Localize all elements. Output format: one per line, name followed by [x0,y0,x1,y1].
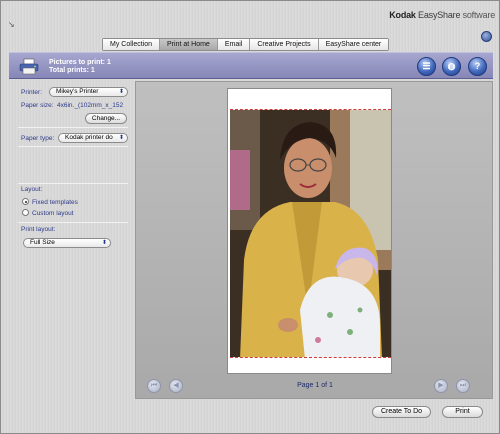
next-page-button[interactable]: ▶ [434,379,448,393]
brand-kodak: Kodak [389,10,416,20]
print-layout-select-value: Full Size [30,239,55,246]
app-brand: Kodak EasyShare software [389,10,495,20]
globe-corner-icon[interactable] [481,31,492,42]
brand-software: software [460,10,496,20]
pictures-to-print-text: Pictures to print: 1 [49,59,111,66]
print-summary-banner: Pictures to print: 1 Total prints: 1 ☰ ◍… [9,52,493,79]
total-prints-text: Total prints: 1 [49,67,95,74]
print-layout-select[interactable]: Full Size ⬍ [23,238,111,248]
print-counts: Pictures to print: 1 Total prints: 1 [49,59,111,75]
paper-size-value: 4x6in._(102mm_x_152 [57,102,124,109]
photo-image [230,110,391,357]
paper-type-select[interactable]: Kodak printer do ⬍ [58,133,128,143]
tab-easyshare-center[interactable]: EasyShare center [318,39,389,50]
fixed-templates-radio[interactable] [22,198,29,205]
last-page-button[interactable]: ⏭ [456,379,470,393]
divider [18,146,128,147]
printer-icon [19,58,39,75]
print-preview-area: ⏮ ◀ Page 1 of 1 ▶ ⏭ [135,81,493,399]
app-window: Kodak EasyShare software ↘ My Collection… [0,0,500,434]
main-tabs: My Collection Print at Home Email Creati… [102,38,390,51]
photo-preview[interactable] [230,109,391,358]
printer-select-value: Mikey's Printer [56,88,99,95]
help-icon[interactable]: ? [468,57,487,76]
brand-easyshare: EasyShare [415,10,461,20]
chevron-updown-icon: ⬍ [101,240,107,246]
print-button[interactable]: Print [442,406,483,418]
chevron-updown-icon: ⬍ [118,135,124,141]
fixed-templates-label: Fixed templates [32,199,78,206]
tab-email[interactable]: Email [217,39,251,50]
divider [18,183,128,184]
tab-creative-projects[interactable]: Creative Projects [250,39,319,50]
print-layout-label: Print layout: [21,226,56,233]
custom-layout-label: Custom layout [32,210,74,217]
paper-preview [227,88,392,374]
divider [18,222,128,223]
printer-select[interactable]: Mikey's Printer ⬍ [49,87,128,97]
paper-type-label: Paper type: [21,135,55,142]
layout-label: Layout: [21,186,43,193]
divider [18,127,128,128]
chevron-updown-icon: ⬍ [118,89,124,95]
printer-label: Printer: [21,89,42,96]
tab-my-collection[interactable]: My Collection [103,39,161,50]
list-icon[interactable]: ☰ [417,57,436,76]
tab-print-at-home[interactable]: Print at Home [160,39,218,50]
globe-icon[interactable]: ◍ [442,57,461,76]
title-bar: Kodak EasyShare software [1,1,500,27]
paper-type-select-value: Kodak printer do [65,134,113,141]
paper-size-label: Paper size: [21,102,54,109]
change-paper-size-button[interactable]: Change... [85,113,127,124]
create-to-do-button[interactable]: Create To Do [372,406,431,418]
resize-handle-icon[interactable]: ↘ [8,20,20,30]
custom-layout-radio[interactable] [22,209,29,216]
